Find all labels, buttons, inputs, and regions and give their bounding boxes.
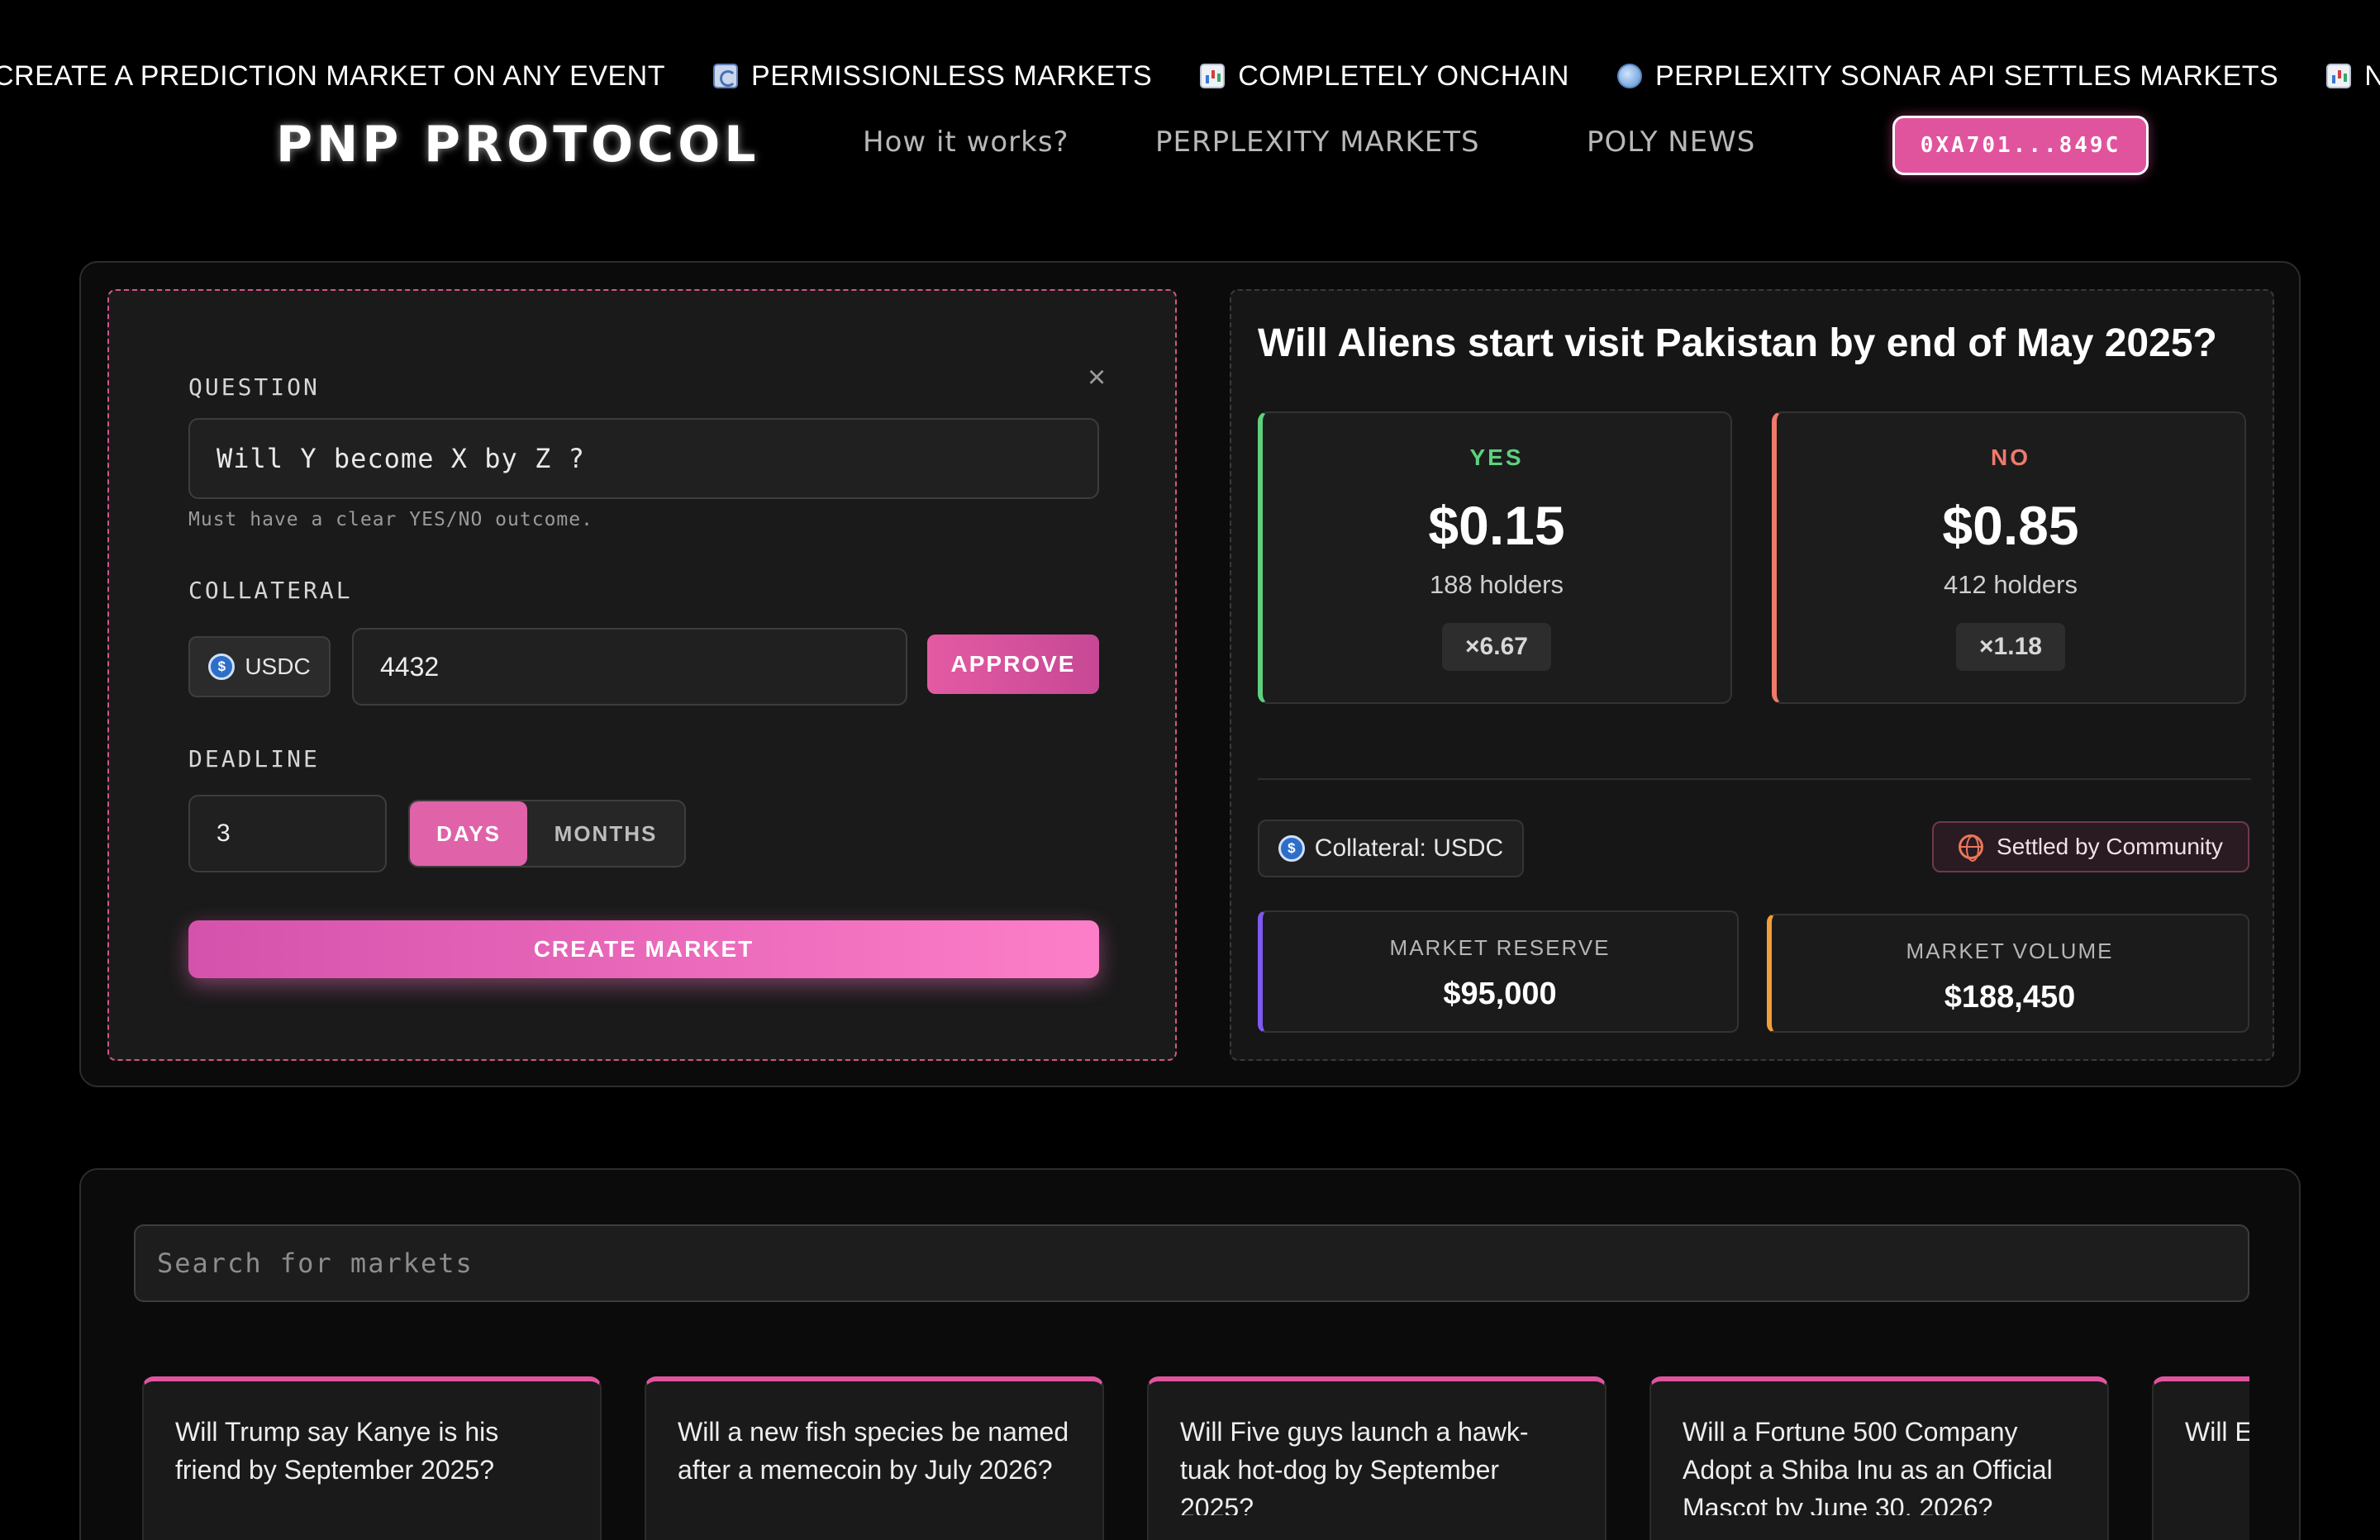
question-input[interactable]: Will Y become X by Z ? [188,418,1099,499]
market-question: Will a new fish species be named after a… [678,1417,1069,1485]
no-holders: 412 holders [1943,570,2078,599]
usdc-coin-icon: $ [1278,835,1305,862]
market-question: Will Trump say Kanye is his friend by Se… [175,1417,499,1485]
unit-days-button[interactable]: DAYS [410,801,527,866]
yes-price: $0.15 [1428,495,1565,556]
amount-input[interactable]: 4432 [352,628,907,706]
nav-perplexity-markets[interactable]: PERPLEXITY MARKETS [1155,126,1480,159]
ticker-item: NETW [2326,60,2380,93]
ticker-item: PERPLEXITY SONAR API SETTLES MARKETS [1616,60,2278,93]
nav-how-it-works[interactable]: How it works? [863,126,1069,159]
market-card[interactable]: Will a Fortune 500 Company Adopt a Shiba… [1649,1376,2109,1540]
market-card[interactable]: Will Five guys launch a hawk-tuak hot-do… [1147,1376,1606,1540]
market-preview: Will Aliens start visit Pakistan by end … [1230,289,2274,1061]
token-symbol: USDC [245,654,311,679]
collateral-badge: $ Collateral: USDC [1258,820,1524,877]
no-label: NO [1991,444,2030,470]
no-outcome-card[interactable]: NO $0.85 412 holders ×1.18 [1772,411,2246,704]
no-multiplier: ×1.18 [1956,623,2065,671]
preview-title: Will Aliens start visit Pakistan by end … [1258,321,2217,365]
market-card[interactable]: Will Trump say Kanye is his friend by Se… [142,1376,602,1540]
ticker-item: COMPLETELY ONCHAIN [1200,60,1569,93]
market-question: Will Five guys launch a hawk-tuak hot-do… [1180,1417,1529,1515]
volume-value: $188,450 [1944,980,2076,1015]
globe-icon [1616,64,1642,88]
market-question: Will a Fortune 500 Company Adopt a Shiba… [1683,1417,2053,1515]
markets-panel: Will Trump say Kanye is his friend by Se… [79,1168,2301,1540]
market-card[interactable]: Will E the e [2152,1376,2249,1540]
reserve-label: MARKET RESERVE [1389,935,1611,960]
market-list: Will Trump say Kanye is his friend by Se… [142,1376,2249,1540]
close-icon[interactable]: × [1088,360,1106,396]
globe-icon [1959,834,1984,862]
reserve-value: $95,000 [1443,977,1557,1011]
yes-outcome-card[interactable]: YES $0.15 188 holders ×6.67 [1258,411,1732,704]
refresh-icon [713,64,739,88]
settlement-badge: Settled by Community [1932,821,2249,872]
wallet-button[interactable]: 0XA701...849C [1892,116,2149,175]
volume-label: MARKET VOLUME [1906,939,2114,963]
question-hint: Must have a clear YES/NO outcome. [188,509,593,530]
deadline-input[interactable]: 3 [188,795,387,872]
market-reserve-card: MARKET RESERVE $95,000 [1258,910,1739,1033]
yes-multiplier: ×6.67 [1442,623,1551,671]
logo[interactable]: PNP PROTOCOL [276,116,759,173]
announcement-ticker: CREATE A PREDICTION MARKET ON ANY EVENT … [0,53,2380,99]
collateral-label: COLLATERAL [188,577,353,604]
unit-months-button[interactable]: MONTHS [527,801,684,866]
search-input[interactable] [134,1224,2249,1302]
create-market-button[interactable]: CREATE MARKET [188,920,1099,978]
market-card[interactable]: Will a new fish species be named after a… [645,1376,1104,1540]
market-volume-card: MARKET VOLUME $188,450 [1767,914,2249,1033]
approve-button[interactable]: APPROVE [927,635,1099,694]
token-selector[interactable]: $ USDC [188,636,331,697]
no-price: $0.85 [1942,495,2079,556]
nav-poly-news[interactable]: POLY NEWS [1587,126,1755,159]
bar-chart-icon [2326,64,2352,88]
collateral-badge-label: Collateral: USDC [1314,834,1504,862]
question-label: QUESTION [188,373,320,401]
yes-label: YES [1469,444,1524,470]
deadline-unit-toggle: DAYS MONTHS [408,800,686,867]
deadline-label: DEADLINE [188,745,320,772]
yes-holders: 188 holders [1429,570,1564,599]
divider [1258,778,2251,780]
market-question: Will E the e [2185,1417,2249,1447]
usdc-coin-icon: $ [208,654,236,680]
settlement-label: Settled by Community [1997,834,2223,859]
ticker-item: PERMISSIONLESS MARKETS [713,60,1152,93]
create-market-form: × QUESTION Will Y become X by Z ? Must h… [107,289,1177,1061]
bar-chart-icon [1200,64,1226,88]
ticker-item: CREATE A PREDICTION MARKET ON ANY EVENT [0,59,666,92]
